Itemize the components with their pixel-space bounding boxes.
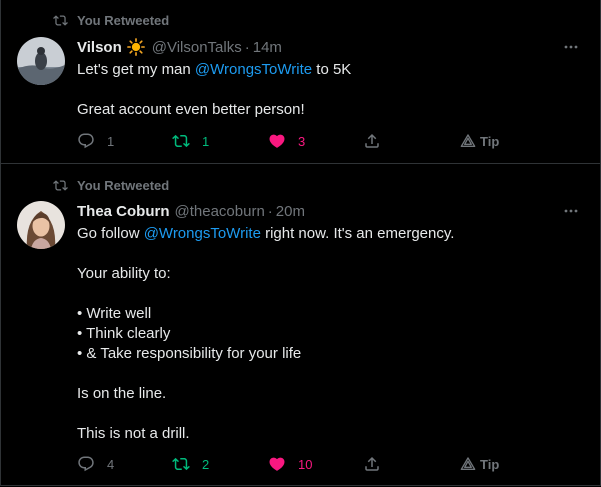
like-count: 3 (298, 133, 306, 149)
reply-icon (78, 133, 94, 149)
text-segment: Go follow (77, 225, 144, 242)
tweet-time[interactable]: 14m (253, 39, 282, 56)
tweet-text: Go follow @WrongsToWrite right now. It's… (77, 224, 577, 444)
tweet-line: Go follow @WrongsToWrite right now. It's… (77, 224, 577, 244)
retweet-icon (172, 457, 190, 471)
text-segment: to 5K (312, 61, 352, 78)
retweet-button[interactable]: 2 (172, 454, 209, 474)
reply-button[interactable]: 4 (77, 454, 114, 474)
mention-link[interactable]: @WrongsToWrite (195, 61, 312, 78)
timeline: You Retweeted Vilson @VilsonTalks · 14m … (0, 0, 601, 486)
text-segment: • & Take responsibility for your life (77, 345, 302, 362)
author-name[interactable]: Thea Coburn (77, 203, 170, 220)
retweet-context-label: You Retweeted (77, 177, 170, 193)
text-segment: Let's get my man (77, 61, 195, 78)
like-count: 10 (298, 456, 313, 472)
tip-label: Tip (480, 456, 500, 472)
reply-button[interactable]: 1 (77, 131, 114, 151)
avatar[interactable] (17, 201, 65, 249)
reply-count: 4 (107, 456, 115, 472)
tweet-line: • Write well (77, 304, 577, 324)
reply-icon (78, 456, 94, 472)
tweet-line: • & Take responsibility for your life (77, 344, 577, 364)
tweet-line (77, 284, 577, 304)
author-name[interactable]: Vilson (77, 39, 122, 56)
text-segment: Great account even better person! (77, 101, 305, 118)
mention-link[interactable]: @WrongsToWrite (144, 225, 261, 242)
retweet-icon (53, 14, 68, 26)
like-button[interactable]: 3 (268, 131, 305, 151)
more-icon[interactable] (562, 202, 580, 220)
heart-icon (269, 457, 285, 471)
retweet-button[interactable]: 1 (172, 131, 209, 151)
retweet-count: 1 (202, 133, 210, 149)
tweet-actions: 1 1 3 Tip (77, 131, 537, 151)
tweet-header: Vilson @VilsonTalks · 14m (77, 37, 282, 57)
tweet-line: • Think clearly (77, 324, 577, 344)
tweet-line (77, 244, 577, 264)
tweet-text: Let's get my man @WrongsToWrite to 5K Gr… (77, 60, 577, 120)
tweet[interactable]: You Retweeted Vilson @VilsonTalks · 14m … (1, 0, 600, 164)
avatar-image (17, 37, 65, 85)
author-handle[interactable]: @theacoburn (175, 203, 265, 220)
tweet-line (77, 80, 577, 100)
tweet-line (77, 364, 577, 384)
meta-separator: · (244, 38, 250, 56)
tip-label: Tip (480, 133, 500, 149)
text-segment: • Write well (77, 305, 152, 322)
avatar[interactable] (17, 37, 65, 85)
text-segment: Is on the line. (77, 385, 167, 402)
reply-count: 1 (107, 133, 115, 149)
retweet-context-label: You Retweeted (77, 12, 170, 28)
retweet-icon (53, 179, 68, 191)
tweet-line: Is on the line. (77, 384, 577, 404)
tweet-line: This is not a drill. (77, 424, 577, 444)
tweet-time[interactable]: 20m (276, 203, 305, 220)
text-segment: Your ability to: (77, 265, 171, 282)
retweet-icon (172, 134, 190, 148)
tweet-line: Let's get my man @WrongsToWrite to 5K (77, 60, 577, 80)
tweet-header: Thea Coburn @theacoburn · 20m (77, 201, 305, 221)
like-button[interactable]: 10 (268, 454, 312, 474)
retweet-count: 2 (202, 456, 210, 472)
tweet[interactable]: You Retweeted Thea Coburn @theacoburn · … (1, 164, 600, 486)
share-button[interactable] (363, 454, 381, 474)
heart-icon (269, 134, 285, 148)
share-icon (365, 456, 379, 471)
sun-emoji-icon (126, 38, 145, 56)
meta-separator: · (267, 202, 273, 220)
tweet-line (77, 404, 577, 424)
tip-icon (460, 134, 476, 147)
tweet-line: Your ability to: (77, 264, 577, 284)
text-segment: This is not a drill. (77, 425, 190, 442)
avatar-image (17, 201, 65, 249)
retweet-context: You Retweeted (53, 12, 169, 28)
tip-button[interactable]: Tip (460, 454, 499, 474)
retweet-context: You Retweeted (53, 177, 169, 193)
tweet-line: Great account even better person! (77, 100, 577, 120)
more-icon[interactable] (562, 38, 580, 56)
tip-button[interactable]: Tip (460, 131, 499, 151)
tip-icon (460, 457, 476, 470)
author-handle[interactable]: @VilsonTalks (152, 39, 242, 56)
share-button[interactable] (363, 131, 381, 151)
tweet-actions: 4 2 10 Tip (77, 454, 537, 474)
text-segment: right now. It's an emergency. (260, 225, 455, 242)
share-icon (365, 133, 379, 148)
text-segment: • Think clearly (77, 325, 171, 342)
